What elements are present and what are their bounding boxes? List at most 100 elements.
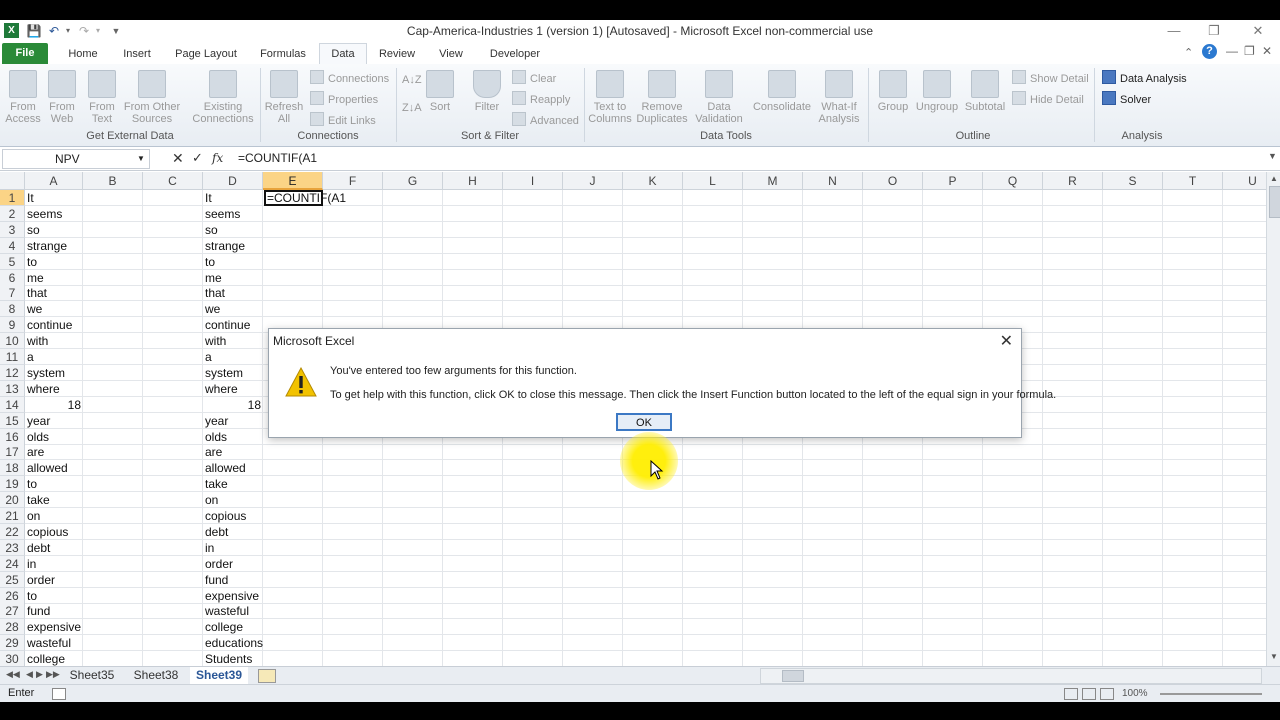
dialog-close-icon[interactable]: ✕ xyxy=(1000,331,1013,351)
minimize-ribbon-icon[interactable]: ⌃ xyxy=(1184,46,1193,59)
cell-a[interactable]: It xyxy=(27,190,34,206)
cell-d[interactable]: a xyxy=(205,349,212,365)
name-box[interactable]: NPV ▼ xyxy=(2,149,150,169)
cell-d[interactable]: allowed xyxy=(205,460,246,476)
cell-d[interactable]: expensive xyxy=(205,588,259,604)
doc-close-icon[interactable]: ✕ xyxy=(1262,44,1272,58)
page-layout-view-icon[interactable] xyxy=(1082,688,1096,700)
next-sheet-icon[interactable]: ▶ xyxy=(36,669,43,680)
row-header[interactable]: 10 xyxy=(0,333,25,350)
row-header[interactable]: 8 xyxy=(0,301,25,318)
column-header-s[interactable]: S xyxy=(1103,172,1163,190)
cell-d[interactable]: me xyxy=(205,270,222,286)
cell-d[interactable]: to xyxy=(205,254,215,270)
properties-button[interactable]: Properties xyxy=(310,91,378,106)
cell-a[interactable]: a xyxy=(27,349,34,365)
column-header-l[interactable]: L xyxy=(683,172,743,190)
column-header-u[interactable]: U xyxy=(1223,172,1266,190)
row-header[interactable]: 9 xyxy=(0,317,25,334)
sheet-tab-sheet35[interactable]: Sheet35 xyxy=(62,667,122,684)
row-header[interactable]: 15 xyxy=(0,412,25,429)
restore-icon[interactable]: ❐ xyxy=(1204,22,1224,40)
cell-a[interactable]: wasteful xyxy=(27,635,71,651)
from-other-sources-button[interactable]: From Other Sources xyxy=(122,70,182,125)
cell-d[interactable]: seems xyxy=(205,206,240,222)
zoom-level[interactable]: 100% xyxy=(1122,688,1148,699)
cell-d[interactable]: educations xyxy=(205,635,263,651)
insert-function-icon[interactable]: fx xyxy=(212,151,223,165)
column-header-g[interactable]: G xyxy=(383,172,443,190)
cell-d[interactable]: Students xyxy=(205,651,252,666)
horizontal-scroll-thumb[interactable] xyxy=(782,670,804,682)
cell-d[interactable]: It xyxy=(205,190,212,206)
tab-view[interactable]: View xyxy=(430,45,472,64)
enter-icon[interactable]: ✓ xyxy=(192,150,203,166)
doc-restore-icon[interactable]: ❐ xyxy=(1244,44,1255,58)
what-if-analysis-button[interactable]: What-If Analysis xyxy=(814,70,864,125)
sheet-tab-sheet39[interactable]: Sheet39 xyxy=(190,667,248,684)
column-header-j[interactable]: J xyxy=(563,172,623,190)
row-header[interactable]: 25 xyxy=(0,571,25,588)
cell-a[interactable]: take xyxy=(27,492,50,508)
row-header[interactable]: 1 xyxy=(0,190,25,206)
cell-a[interactable]: me xyxy=(27,270,44,286)
ungroup-button[interactable]: Ungroup xyxy=(914,70,960,113)
solver-button[interactable]: Solver xyxy=(1102,91,1151,106)
cell-d[interactable]: wasteful xyxy=(205,603,249,619)
cell-d[interactable]: are xyxy=(205,444,222,460)
column-header-a[interactable]: A xyxy=(25,172,83,190)
sort-az-icon[interactable]: A↓Z xyxy=(402,74,422,86)
tab-data[interactable]: Data xyxy=(319,43,367,66)
row-header[interactable]: 3 xyxy=(0,221,25,238)
consolidate-button[interactable]: Consolidate xyxy=(752,70,812,113)
ok-button[interactable]: OK xyxy=(616,413,672,431)
cell-a[interactable]: we xyxy=(27,301,42,317)
data-validation-button[interactable]: Data Validation xyxy=(692,70,746,125)
cell-a[interactable]: allowed xyxy=(27,460,68,476)
reapply-button[interactable]: Reapply xyxy=(512,91,570,106)
macro-record-icon[interactable] xyxy=(52,688,66,700)
row-header[interactable]: 26 xyxy=(0,587,25,604)
column-header-i[interactable]: I xyxy=(503,172,563,190)
tab-file[interactable]: File xyxy=(2,43,48,64)
first-sheet-icon[interactable]: ◀◀ xyxy=(6,669,20,680)
cell-a[interactable]: system xyxy=(27,365,65,381)
cell-a[interactable]: that xyxy=(27,285,47,301)
scroll-thumb[interactable] xyxy=(1269,186,1280,218)
close-icon[interactable]: ✕ xyxy=(1248,22,1268,40)
cell-d[interactable]: college xyxy=(205,619,243,635)
cell-d[interactable]: strange xyxy=(205,238,245,254)
row-header[interactable]: 20 xyxy=(0,492,25,509)
cancel-icon[interactable]: ✕ xyxy=(172,150,184,167)
cell-a[interactable]: are xyxy=(27,444,44,460)
cell-a[interactable]: on xyxy=(27,508,40,524)
row-header[interactable]: 30 xyxy=(0,651,25,666)
help-icon[interactable]: ? xyxy=(1202,44,1217,59)
tab-review[interactable]: Review xyxy=(374,45,420,64)
cell-d[interactable]: continue xyxy=(205,317,250,333)
tab-home[interactable]: Home xyxy=(60,45,106,64)
doc-minimize-icon[interactable]: — xyxy=(1226,44,1238,58)
cell-a[interactable]: expensive xyxy=(27,619,81,635)
hide-detail-button[interactable]: Hide Detail xyxy=(1012,91,1084,106)
scroll-down-icon[interactable]: ▼ xyxy=(1270,652,1278,661)
connections-button[interactable]: Connections xyxy=(310,70,389,85)
cell-a[interactable]: 18 xyxy=(25,397,81,413)
sort-za-icon[interactable]: Z↓A xyxy=(402,102,422,114)
last-sheet-icon[interactable]: ▶▶ xyxy=(46,669,60,680)
horizontal-scrollbar[interactable] xyxy=(760,668,1262,684)
cell-d[interactable]: fund xyxy=(205,572,228,588)
row-header[interactable]: 11 xyxy=(0,349,25,365)
text-to-columns-button[interactable]: Text to Columns xyxy=(588,70,632,125)
cell-a[interactable]: order xyxy=(27,572,55,588)
data-analysis-button[interactable]: Data Analysis xyxy=(1102,70,1187,85)
tab-page-layout[interactable]: Page Layout xyxy=(170,45,242,64)
cell-d[interactable]: in xyxy=(205,540,214,556)
row-header[interactable]: 6 xyxy=(0,269,25,286)
cell-a[interactable]: college xyxy=(27,651,65,666)
row-header[interactable]: 12 xyxy=(0,364,25,381)
tab-insert[interactable]: Insert xyxy=(114,45,160,64)
row-header[interactable]: 22 xyxy=(0,523,25,540)
row-header[interactable]: 28 xyxy=(0,619,25,636)
prev-sheet-icon[interactable]: ◀ xyxy=(26,669,33,680)
